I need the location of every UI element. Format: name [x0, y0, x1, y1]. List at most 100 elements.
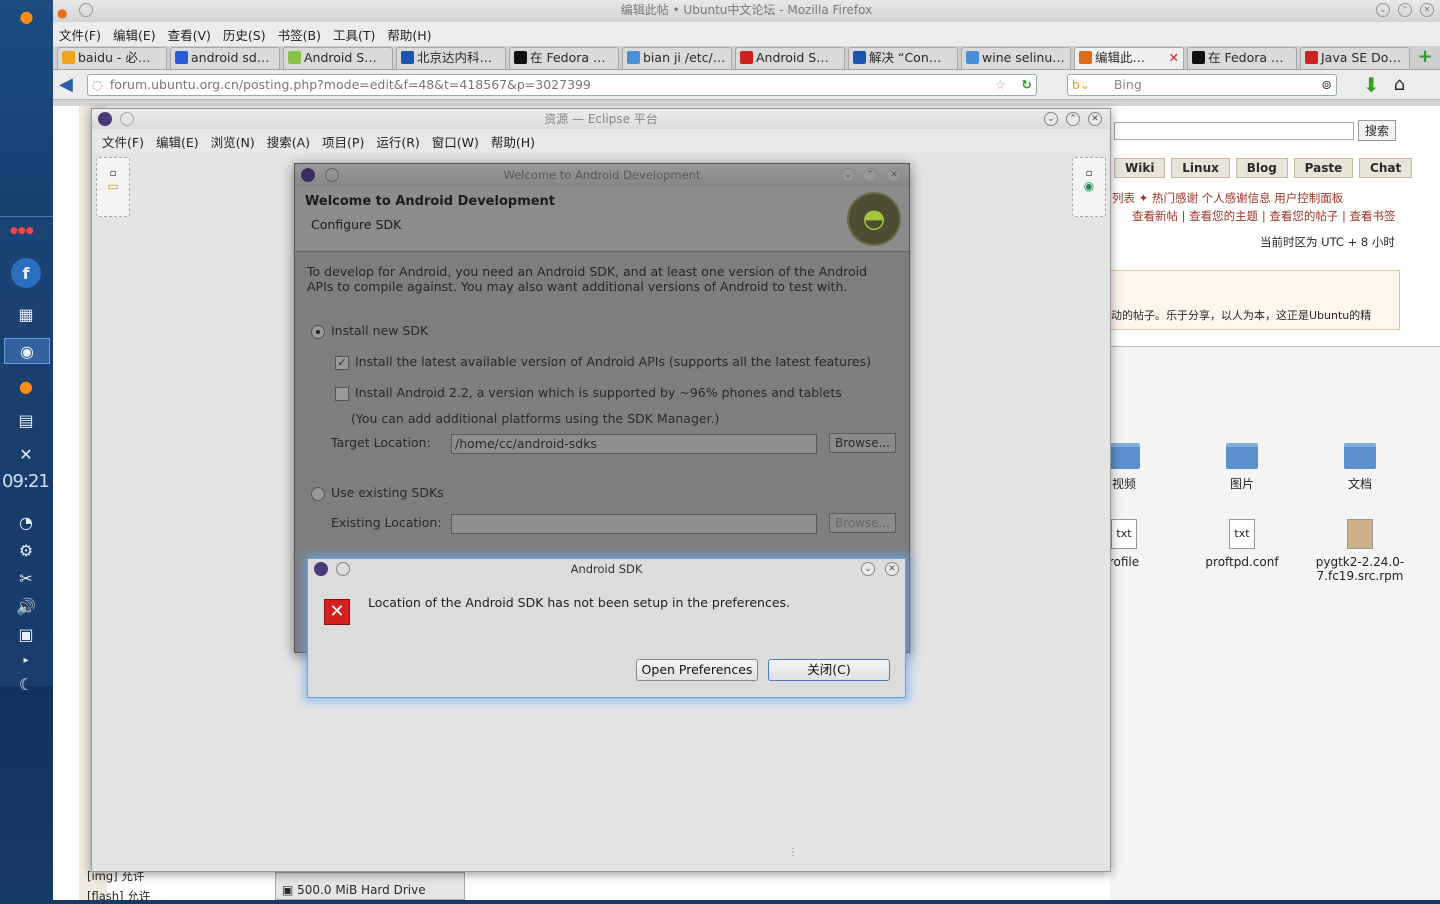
- browser-tab[interactable]: 在 Fedora …: [1187, 47, 1297, 69]
- volume-icon[interactable]: 🔊: [12, 592, 40, 620]
- reload-icon[interactable]: ↻: [1021, 75, 1031, 95]
- forum-search-button[interactable]: 搜索: [1358, 120, 1397, 141]
- menu-bookmarks[interactable]: 书签(B): [278, 25, 321, 44]
- browser-tab[interactable]: Android S…: [283, 47, 393, 69]
- menu-edit[interactable]: 编辑(E): [113, 25, 156, 44]
- search-bar[interactable]: b⌄ Bing ⊚: [1066, 73, 1337, 96]
- forum-tab-wiki[interactable]: Wiki: [1114, 158, 1166, 178]
- menu-view[interactable]: 查看(V): [168, 25, 211, 44]
- settings-icon[interactable]: ⚙: [12, 536, 40, 564]
- install-new-radio[interactable]: [311, 324, 325, 339]
- forum-tab-paste[interactable]: Paste: [1293, 158, 1354, 178]
- alert-minimize-icon[interactable]: ⌄: [861, 562, 875, 576]
- bookmark-star-icon[interactable]: ☆: [995, 75, 1006, 95]
- file-item[interactable]: 图片: [1192, 443, 1292, 492]
- calendar-icon[interactable]: ▦: [12, 300, 40, 328]
- binoculars-icon[interactable]: ⊚: [1321, 75, 1331, 95]
- eclipse-maximize-icon[interactable]: ⌃: [1066, 112, 1080, 126]
- forum-tab-chat[interactable]: Chat: [1359, 158, 1413, 178]
- eclipse-menu-run[interactable]: 运行(R): [376, 132, 419, 151]
- welcome-close-icon[interactable]: ✕: [887, 168, 901, 182]
- menu-tools[interactable]: 工具(T): [333, 25, 375, 44]
- forum-tab-blog[interactable]: Blog: [1235, 158, 1288, 178]
- welcome-minimize-icon[interactable]: ⌄: [841, 168, 855, 182]
- browser-tab[interactable]: bian ji /etc/…: [622, 47, 732, 69]
- target-location-input[interactable]: /home/cc/android-sdks: [451, 433, 817, 454]
- file-item[interactable]: txt proftpd.conf: [1192, 519, 1292, 569]
- restore-icon[interactable]: ▫: [97, 168, 129, 179]
- menu-help[interactable]: 帮助(H): [387, 25, 431, 44]
- window-menu-icon[interactable]: [79, 3, 93, 17]
- tab-close-icon[interactable]: ✕: [1169, 48, 1179, 68]
- folder-icon[interactable]: ▭: [97, 179, 129, 193]
- forum-links-row2[interactable]: 查看新帖 | 查看您的主题 | 查看您的帖子 | 查看书签: [1132, 208, 1396, 224]
- tools-icon[interactable]: ✕: [12, 440, 40, 468]
- browser-tab[interactable]: baidu - 必…: [57, 47, 167, 69]
- url-bar[interactable]: ◌ forum.ubuntu.org.cn/posting.php?mode=e…: [86, 73, 1037, 96]
- files-icon[interactable]: ▤: [12, 406, 40, 434]
- eclipse-menu-project[interactable]: 项目(P): [322, 132, 364, 151]
- eclipse-menu-edit[interactable]: 编辑(E): [156, 132, 199, 151]
- firefox-icon[interactable]: ●: [13, 2, 41, 30]
- existing-location-input[interactable]: [451, 513, 817, 534]
- eclipse-icon[interactable]: ◉: [4, 338, 50, 364]
- install-latest-checkbox[interactable]: ✓: [335, 355, 349, 370]
- eclipse-menu-navigate[interactable]: 浏览(N): [211, 132, 255, 151]
- alert-close-icon[interactable]: ✕: [885, 562, 899, 576]
- browser-tab[interactable]: wine selinu…: [961, 47, 1071, 69]
- restore-right-icon[interactable]: ▫: [1073, 168, 1105, 179]
- resize-grip-icon[interactable]: ⋮: [788, 847, 798, 858]
- eclipse-menu-window[interactable]: 窗口(W): [432, 132, 479, 151]
- scissors-icon[interactable]: ✂: [12, 564, 40, 592]
- bing-icon[interactable]: b⌄: [1072, 75, 1090, 95]
- new-tab-icon[interactable]: +: [1413, 47, 1437, 69]
- maximize-icon[interactable]: ⌃: [1398, 3, 1412, 17]
- eclipse-menu-search[interactable]: 搜索(A): [267, 132, 310, 151]
- moon-icon[interactable]: ☾: [12, 670, 40, 698]
- home-icon[interactable]: ⌂: [1394, 74, 1405, 95]
- use-existing-radio[interactable]: [311, 486, 325, 501]
- install-22-row[interactable]: Install Android 2.2, a version which is …: [335, 385, 842, 401]
- browse-existing-button[interactable]: Browse...: [828, 513, 897, 533]
- alert-menu-icon[interactable]: [336, 562, 350, 576]
- file-item[interactable]: 文档: [1310, 443, 1410, 492]
- browse-target-button[interactable]: Browse...: [828, 433, 897, 453]
- browser-tab[interactable]: 北京达内科…: [396, 47, 506, 69]
- eclipse-minimize-icon[interactable]: ⌄: [1044, 112, 1058, 126]
- browser-tab[interactable]: 在 Fedora …: [509, 47, 619, 69]
- fedora-icon[interactable]: f: [11, 258, 41, 288]
- file-item[interactable]: pygtk2-2.24.0-7.fc19.src.rpm: [1310, 519, 1410, 583]
- browser-tab[interactable]: 编辑此… ✕: [1074, 47, 1184, 69]
- eclipse-close-icon[interactable]: ✕: [1088, 112, 1102, 126]
- browser-tab[interactable]: 解决 “Con…: [848, 47, 958, 69]
- forum-tab-linux[interactable]: Linux: [1171, 158, 1230, 178]
- menu-file[interactable]: 文件(F): [59, 25, 101, 44]
- clock-icon[interactable]: ◔: [12, 508, 40, 536]
- forum-nav-tabs: Wiki Linux Blog Paste Chat: [1114, 158, 1414, 178]
- perspective-icon[interactable]: ◉: [1073, 179, 1105, 193]
- welcome-titlebar: Welcome to Android Development ⌄ ⌃ ✕: [295, 164, 909, 186]
- eclipse-menu-icon[interactable]: [120, 112, 134, 126]
- browser-tab[interactable]: Java SE Do…: [1300, 47, 1410, 69]
- forum-links-row1[interactable]: 列表 ✦ 热门感谢 个人感谢信息 用户控制面板: [1112, 190, 1343, 206]
- minimize-icon[interactable]: ⌄: [1376, 3, 1390, 17]
- menu-history[interactable]: 历史(S): [223, 25, 266, 44]
- welcome-menu-icon[interactable]: [325, 168, 339, 182]
- browser-tab[interactable]: android sd…: [170, 47, 280, 69]
- open-preferences-button[interactable]: Open Preferences: [636, 659, 758, 681]
- firefox-dock-icon[interactable]: ●: [12, 372, 40, 400]
- eclipse-menu-file[interactable]: 文件(F): [102, 132, 144, 151]
- install-22-checkbox[interactable]: [335, 386, 349, 401]
- back-icon[interactable]: ◀: [59, 74, 73, 95]
- battery-icon[interactable]: ▣: [12, 620, 40, 648]
- forum-search-input[interactable]: [1114, 122, 1354, 140]
- close-icon[interactable]: ✕: [1420, 3, 1434, 17]
- install-new-row[interactable]: Install new SDK: [311, 323, 428, 339]
- eclipse-menu-help[interactable]: 帮助(H): [491, 132, 535, 151]
- use-existing-row[interactable]: Use existing SDKs: [311, 485, 444, 501]
- install-latest-row[interactable]: ✓ Install the latest available version of…: [335, 354, 871, 370]
- close-button[interactable]: 关闭(C): [768, 659, 890, 681]
- download-icon[interactable]: ⬇: [1363, 73, 1380, 97]
- browser-tab[interactable]: Android S…: [735, 47, 845, 69]
- welcome-maximize-icon[interactable]: ⌃: [863, 168, 877, 182]
